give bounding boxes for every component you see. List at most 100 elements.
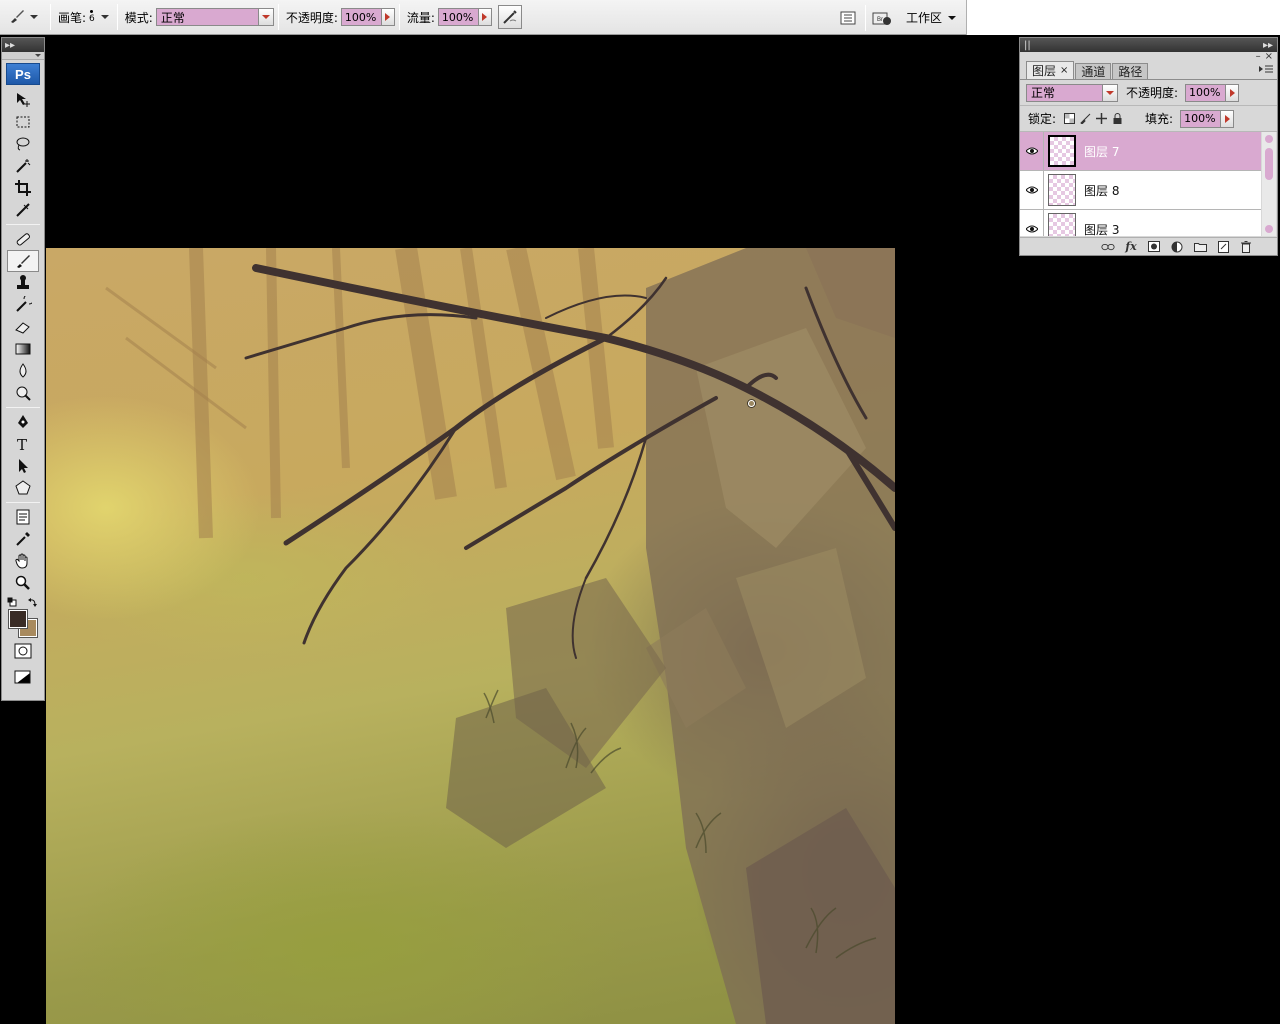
slider-arrow-icon[interactable] bbox=[380, 9, 394, 25]
move-icon bbox=[17, 93, 30, 107]
link-layers-icon[interactable] bbox=[1101, 241, 1115, 253]
brush-icon bbox=[17, 255, 30, 268]
eraser-icon bbox=[15, 322, 30, 334]
layer-name[interactable]: 图层 7 bbox=[1084, 143, 1119, 160]
scroll-up-icon[interactable] bbox=[1265, 135, 1273, 143]
lock-transparent-icon[interactable] bbox=[1063, 113, 1075, 125]
trash-icon[interactable] bbox=[1239, 240, 1253, 253]
layer-opacity-value: 100% bbox=[1189, 86, 1221, 99]
hand-tool[interactable] bbox=[7, 550, 39, 572]
add-mask-icon[interactable] bbox=[1147, 241, 1161, 253]
flow-field[interactable]: 100% bbox=[437, 8, 492, 26]
tools-separator bbox=[6, 407, 40, 408]
adjustment-layer-icon[interactable] bbox=[1170, 241, 1184, 253]
collapse-icon[interactable]: ▸▸ bbox=[5, 40, 15, 51]
history-brush-tool[interactable] bbox=[7, 294, 39, 316]
minimize-icon[interactable]: – bbox=[1256, 52, 1261, 62]
swap-colors-icon[interactable] bbox=[28, 596, 38, 607]
eyedropper-tool[interactable] bbox=[7, 528, 39, 550]
foreground-color-swatch[interactable] bbox=[8, 609, 28, 629]
type-tool[interactable]: T bbox=[7, 433, 39, 455]
notes-tool[interactable] bbox=[7, 506, 39, 528]
eye-icon[interactable] bbox=[1020, 132, 1044, 171]
layer-row[interactable]: 图层 3 bbox=[1020, 209, 1261, 237]
slider-arrow-icon[interactable] bbox=[1225, 84, 1239, 101]
clone-stamp-tool[interactable] bbox=[7, 272, 39, 294]
gradient-icon bbox=[15, 343, 31, 355]
layers-panel-header[interactable]: || ▸▸ bbox=[1020, 38, 1277, 52]
panel-menu-icon[interactable] bbox=[1259, 64, 1273, 76]
workspace-menu[interactable]: 工作区 bbox=[896, 0, 966, 35]
brush-picker[interactable]: 6 bbox=[89, 10, 109, 24]
opacity-field[interactable]: 100% bbox=[340, 8, 395, 26]
palette-well-button[interactable] bbox=[835, 6, 861, 30]
layer-row[interactable]: 图层 7 bbox=[1020, 132, 1261, 171]
lock-image-icon[interactable] bbox=[1079, 113, 1091, 125]
eraser-tool[interactable] bbox=[7, 316, 39, 338]
custom-shape-tool[interactable] bbox=[7, 477, 39, 499]
quick-mask-icon bbox=[14, 643, 32, 659]
new-layer-icon[interactable] bbox=[1216, 240, 1230, 253]
layer-style-fx-icon[interactable]: fx bbox=[1124, 240, 1138, 253]
bridge-icon: Br bbox=[872, 12, 891, 25]
layer-row[interactable]: 图层 8 bbox=[1020, 170, 1261, 210]
tab-paths[interactable]: 路径 bbox=[1112, 63, 1149, 79]
tab-channels[interactable]: 通道 bbox=[1075, 63, 1112, 79]
slider-arrow-icon[interactable] bbox=[477, 9, 491, 25]
tools-panel-grip[interactable] bbox=[2, 52, 44, 60]
layers-scrollbar[interactable] bbox=[1262, 132, 1276, 236]
magic-wand-tool[interactable] bbox=[7, 155, 39, 177]
airbrush-toggle-button[interactable] bbox=[497, 5, 522, 29]
zoom-tool[interactable] bbox=[7, 572, 39, 594]
marquee-tool[interactable] bbox=[7, 111, 39, 133]
blend-mode-select[interactable]: 正常 bbox=[1026, 83, 1118, 102]
mode-select[interactable]: 正常 bbox=[155, 8, 274, 26]
fill-field[interactable]: 100% bbox=[1180, 109, 1235, 128]
mode-label: 模式: bbox=[124, 10, 153, 25]
brush-tool-icon bbox=[8, 7, 26, 28]
move-tool[interactable] bbox=[7, 89, 39, 111]
collapse-icon[interactable]: ▸▸ bbox=[1263, 40, 1273, 51]
document-canvas[interactable] bbox=[46, 248, 895, 1024]
opacity-value: 100% bbox=[344, 10, 377, 24]
layer-name[interactable]: 图层 3 bbox=[1084, 221, 1119, 237]
lock-all-icon[interactable] bbox=[1111, 113, 1123, 125]
gradient-tool[interactable] bbox=[7, 338, 39, 360]
default-colors-icon[interactable] bbox=[7, 596, 17, 607]
tool-preset-picker[interactable] bbox=[0, 2, 46, 32]
dodge-tool[interactable] bbox=[7, 382, 39, 404]
crop-tool[interactable] bbox=[7, 177, 39, 199]
flow-label: 流量: bbox=[406, 10, 435, 25]
scrollbar-thumb[interactable] bbox=[1265, 148, 1273, 180]
new-group-icon[interactable] bbox=[1193, 241, 1207, 253]
eye-icon[interactable] bbox=[1020, 170, 1044, 210]
slice-tool[interactable] bbox=[7, 199, 39, 221]
bridge-button[interactable]: Br bbox=[870, 6, 896, 30]
healing-brush-tool[interactable] bbox=[7, 228, 39, 250]
layer-opacity-field[interactable]: 100% bbox=[1185, 83, 1240, 102]
tab-layers[interactable]: 图层 × bbox=[1026, 61, 1075, 79]
grip-icon[interactable]: || bbox=[1024, 40, 1031, 51]
tools-panel-header[interactable]: ▸▸ bbox=[2, 38, 44, 52]
quick-mask-toggle[interactable] bbox=[7, 640, 39, 662]
scroll-down-icon[interactable] bbox=[1265, 225, 1273, 233]
mode-value: 正常 bbox=[160, 10, 185, 25]
close-icon[interactable]: × bbox=[1265, 52, 1273, 62]
screen-mode-toggle[interactable] bbox=[7, 666, 39, 688]
chevron-down-icon bbox=[30, 15, 38, 19]
close-icon[interactable]: × bbox=[1060, 65, 1068, 76]
eye-icon[interactable] bbox=[1020, 209, 1044, 236]
tab-paths-label: 路径 bbox=[1118, 65, 1143, 79]
layer-thumbnail bbox=[1048, 213, 1076, 236]
path-selection-tool[interactable] bbox=[7, 455, 39, 477]
chevron-down-icon bbox=[100, 15, 109, 19]
lasso-tool[interactable] bbox=[7, 133, 39, 155]
layer-name[interactable]: 图层 8 bbox=[1084, 182, 1119, 199]
blur-tool[interactable] bbox=[7, 360, 39, 382]
brush-tool[interactable] bbox=[7, 250, 39, 272]
lock-position-icon[interactable] bbox=[1095, 113, 1107, 125]
slider-arrow-icon[interactable] bbox=[1220, 110, 1234, 127]
pen-tool[interactable] bbox=[7, 411, 39, 433]
photoshop-logo[interactable]: Ps bbox=[6, 63, 40, 85]
tab-channels-label: 通道 bbox=[1081, 65, 1106, 79]
